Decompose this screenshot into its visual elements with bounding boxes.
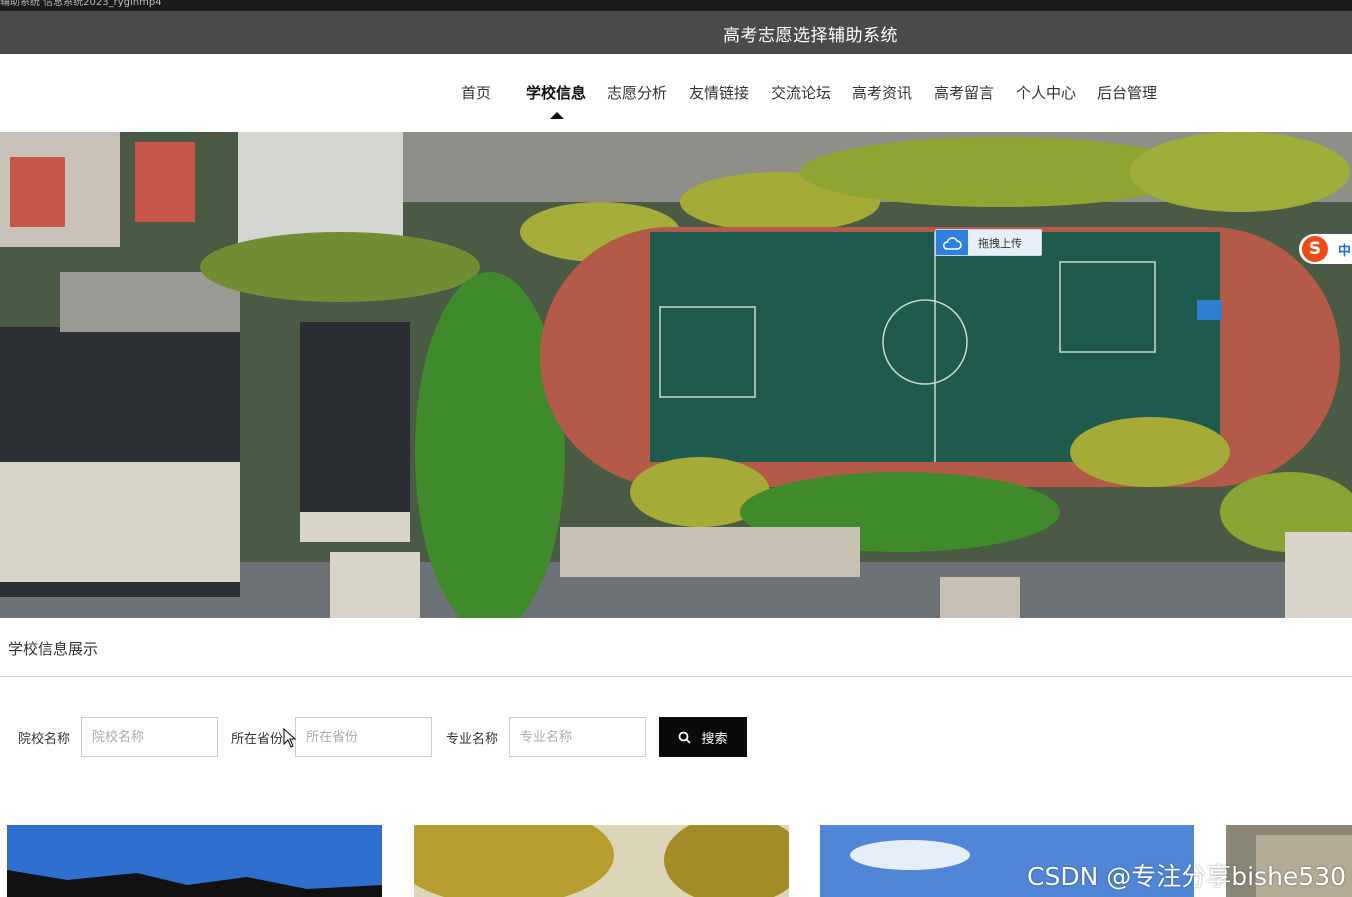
nav-item-analysis[interactable]: 志愿分析	[607, 82, 667, 103]
nav-item-forum[interactable]: 交流论坛	[771, 82, 831, 103]
mouse-cursor-icon	[283, 728, 297, 748]
school-card[interactable]	[7, 825, 382, 897]
window-caption: 辅助系统 信息系统2023_ryginmp4	[0, 0, 1352, 11]
nav-item-home[interactable]: 首页	[461, 82, 491, 103]
campus-aerial-image	[0, 132, 1352, 618]
drag-upload-widget[interactable]: 拖拽上传	[935, 229, 1042, 256]
search-bar: 院校名称 所在省份 专业名称 搜索	[0, 716, 1352, 758]
nav-item-profile[interactable]: 个人中心	[1016, 82, 1076, 103]
search-button[interactable]: 搜索	[659, 717, 747, 757]
csdn-watermark: CSDN @专注分享bishe530	[1027, 862, 1347, 891]
province-label: 所在省份	[231, 732, 284, 747]
ime-mode-indicator[interactable]: 中	[1338, 240, 1351, 259]
school-name-input[interactable]	[81, 717, 218, 757]
cloud-upload-icon	[936, 230, 968, 255]
school-card-image	[7, 825, 382, 897]
nav-item-admin[interactable]: 后台管理	[1097, 82, 1157, 103]
site-title: 高考志愿选择辅助系统	[723, 26, 898, 46]
search-icon	[679, 731, 692, 744]
nav-item-school-info[interactable]: 学校信息	[526, 82, 586, 103]
nav-item-messages[interactable]: 高考留言	[934, 82, 994, 103]
divider	[0, 676, 1352, 677]
nav-item-news[interactable]: 高考资讯	[852, 82, 912, 103]
site-header: 高考志愿选择辅助系统	[0, 11, 1352, 54]
active-nav-caret-icon	[550, 112, 564, 119]
major-name-label: 专业名称	[446, 732, 499, 747]
school-name-label: 院校名称	[18, 732, 71, 747]
section-title: 学校信息展示	[8, 640, 99, 658]
province-input[interactable]	[295, 717, 432, 757]
nav-item-links[interactable]: 友情链接	[689, 82, 749, 103]
major-name-input[interactable]	[509, 717, 646, 757]
main-nav: 首页 学校信息 志愿分析 友情链接 交流论坛 高考资讯 高考留言 个人中心 后台…	[0, 54, 1352, 132]
banner-carousel[interactable]	[0, 132, 1352, 618]
ime-toolbar[interactable]: S 中	[1299, 234, 1352, 264]
upload-label: 拖拽上传	[978, 236, 1022, 250]
search-button-label: 搜索	[701, 731, 728, 747]
school-card[interactable]	[414, 825, 789, 897]
ime-logo-icon: S	[1302, 236, 1328, 262]
school-card-image	[414, 825, 789, 897]
